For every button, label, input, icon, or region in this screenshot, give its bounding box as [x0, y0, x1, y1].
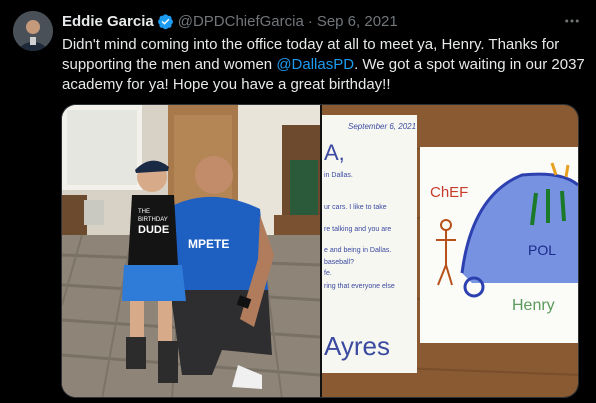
boy-shirt-line1: THE — [138, 209, 150, 215]
letter-signature: Ayres — [324, 331, 390, 361]
drawing-label-chief: ChEF — [430, 184, 468, 201]
letter-line: in Dallas. — [324, 172, 353, 179]
photo-office-visit[interactable]: MPETE THE BIRTHDAY DUDE — [62, 105, 321, 397]
letter-greeting: A, — [324, 140, 345, 165]
tweet[interactable]: Eddie Garcia @DPDChiefGarcia · Sep 6, 20… — [0, 0, 596, 403]
media-grid[interactable]: MPETE THE BIRTHDAY DUDE September 6, 202… — [61, 104, 579, 398]
author-handle[interactable]: @DPDChiefGarcia — [178, 13, 304, 30]
letter-line: ring that everyone else — [324, 283, 395, 290]
letter-line: ur cars. I like to take — [324, 204, 387, 211]
boy-shirt-line3: DUDE — [138, 224, 169, 236]
tweet-text: Didn't mind coming into the office today… — [62, 35, 587, 95]
mention-link[interactable]: @DallasPD — [276, 56, 354, 73]
letter-line: re talking and you are — [324, 226, 391, 233]
drawing-car-text: POL — [528, 242, 556, 258]
letter-date: September 6, 2021 — [348, 122, 416, 131]
separator-dot: · — [307, 12, 313, 30]
author-name[interactable]: Eddie Garcia — [62, 13, 154, 30]
photo-letter-and-drawing[interactable]: September 6, 2021 A, in Dallas. ur cars.… — [321, 105, 578, 397]
letter-line: e and being in Dallas. — [324, 247, 391, 254]
verified-badge-icon — [157, 13, 174, 30]
tweet-date[interactable]: Sep 6, 2021 — [317, 13, 398, 30]
letter-line: fe. — [324, 270, 332, 277]
tweet-header: Eddie Garcia @DPDChiefGarcia · Sep 6, 20… — [62, 11, 398, 31]
letter-line: baseball? — [324, 259, 354, 266]
drawing-label-henry: Henry — [512, 297, 555, 314]
boy-shirt-line2: BIRTHDAY — [138, 217, 168, 223]
ellipsis-icon[interactable] — [562, 11, 582, 31]
author-avatar[interactable] — [13, 11, 53, 51]
chief-shirt-text: MPETE — [188, 237, 229, 251]
